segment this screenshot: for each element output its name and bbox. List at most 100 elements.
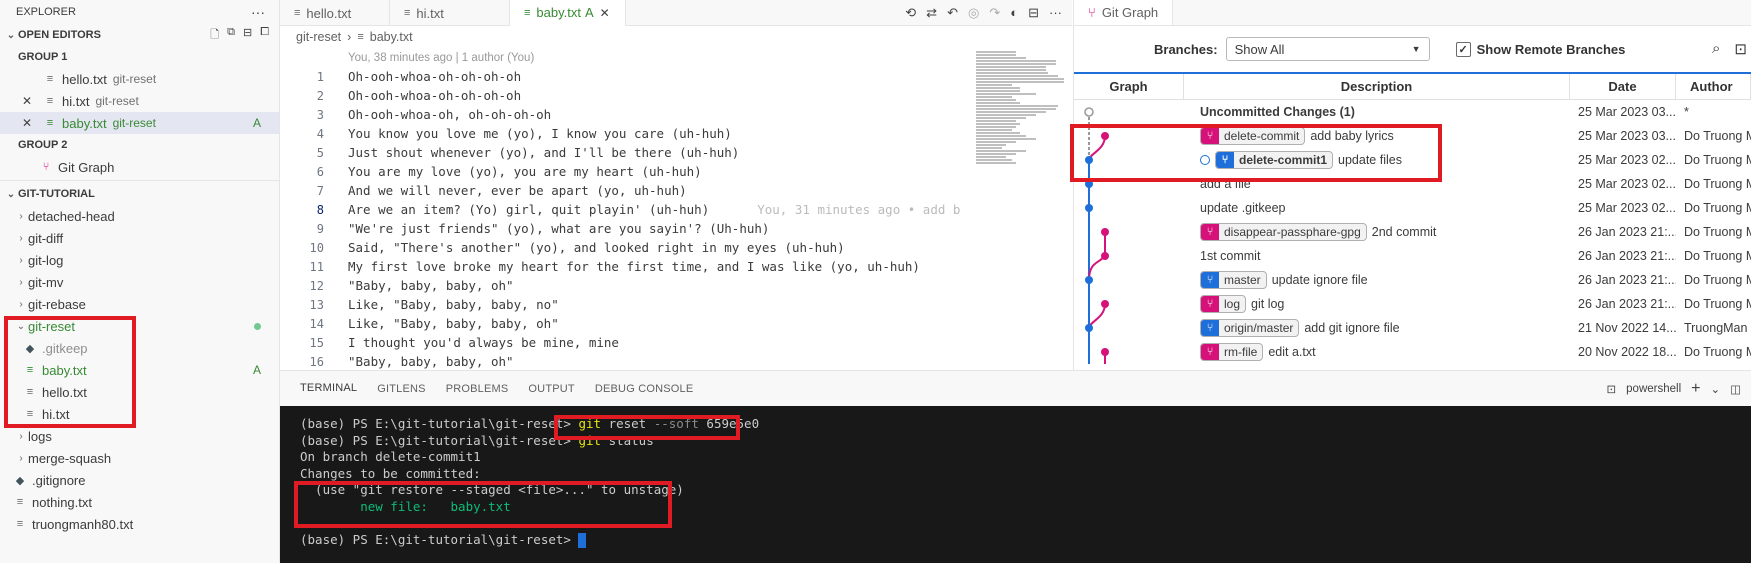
branches-select[interactable]: Show All ▼ bbox=[1225, 37, 1430, 61]
folder-name: git-diff bbox=[28, 230, 64, 246]
file-item[interactable]: ≡ hello.txt bbox=[0, 381, 279, 403]
open-editor-baby[interactable]: ✕ ≡ baby.txt git-reset A bbox=[0, 112, 279, 134]
next-change-icon[interactable]: ↷ bbox=[989, 5, 1000, 21]
history-icon[interactable]: ⟲ bbox=[905, 5, 916, 21]
tab-label: hello.txt bbox=[306, 5, 352, 21]
inline-blame-annotation[interactable]: You, 31 minutes ago • add b bbox=[757, 202, 960, 217]
tab-problems[interactable]: PROBLEMS bbox=[436, 371, 519, 407]
group-2-label: GROUP 2 bbox=[18, 139, 68, 151]
branch-label[interactable]: ⑂ delete-commit1 bbox=[1215, 151, 1334, 169]
tab-terminal[interactable]: TERMINAL bbox=[290, 371, 368, 407]
minimap-line bbox=[976, 84, 1012, 86]
open-editor-git-graph[interactable]: ⑂ Git Graph bbox=[0, 156, 279, 178]
file-item[interactable]: ≡ truongmanh80.txt bbox=[0, 513, 279, 535]
open-changes-icon[interactable]: ◎ bbox=[968, 5, 979, 21]
close-icon[interactable]: ✕ bbox=[22, 116, 42, 130]
code-line[interactable]: 4 You know you love me (yo), I know you c… bbox=[280, 124, 968, 143]
code-line[interactable]: 15 I thought you'd always be mine, mine bbox=[280, 333, 968, 352]
code-line[interactable]: 3 Oh-ooh-whoa-oh, oh-oh-oh-oh bbox=[280, 105, 968, 124]
folder-item[interactable]: › git-mv bbox=[0, 271, 279, 293]
code-line[interactable]: 11 My first love broke my heart for the f… bbox=[280, 257, 968, 276]
compare-changes-icon[interactable]: ⇄ bbox=[926, 5, 937, 21]
breadcrumb-folder[interactable]: git-reset bbox=[296, 30, 341, 44]
previous-change-icon[interactable]: ↶ bbox=[947, 5, 958, 21]
code-line[interactable]: 8 Are we an item? (Yo) girl, quit playin'… bbox=[280, 200, 968, 219]
file-item[interactable]: ◆ .gitignore bbox=[0, 469, 279, 491]
column-header-graph[interactable]: Graph bbox=[1074, 74, 1184, 99]
split-editor-icon[interactable]: ⊟ bbox=[1028, 5, 1039, 21]
file-item[interactable]: ≡ hi.txt bbox=[0, 403, 279, 425]
search-icon[interactable]: ⌕ bbox=[1712, 40, 1720, 58]
shell-name[interactable]: powershell bbox=[1626, 383, 1681, 395]
code-line[interactable]: 6 You are my love (yo), you are my heart … bbox=[280, 162, 968, 181]
open-editor-hi[interactable]: ✕ ≡ hi.txt git-reset bbox=[0, 90, 279, 112]
chevron-down-icon[interactable]: ⌄ bbox=[1710, 382, 1720, 396]
file-item[interactable]: ≡ nothing.txt bbox=[0, 491, 279, 513]
line-number: 8 bbox=[316, 202, 324, 217]
folder-item[interactable]: › detached-head bbox=[0, 205, 279, 227]
folder-item[interactable]: › git-rebase bbox=[0, 293, 279, 315]
graph-node bbox=[1101, 348, 1109, 356]
code-line[interactable]: 1 Oh-ooh-whoa-oh-oh-oh-oh bbox=[280, 67, 968, 86]
code-line[interactable]: 9 "We're just friends" (yo), what are you… bbox=[280, 219, 968, 238]
open-editors-section[interactable]: ⌄ OPEN EDITORS 🗋 ⧉ ⊟ ⧠ bbox=[0, 24, 279, 46]
column-header-date[interactable]: Date bbox=[1570, 74, 1676, 99]
code-line[interactable]: 12 "Baby, baby, baby, oh" bbox=[280, 276, 968, 295]
tab-git-graph[interactable]: ⑂ Git Graph bbox=[1074, 0, 1174, 25]
branch-icon: ⑂ bbox=[1216, 152, 1234, 168]
show-remote-branches-checkbox[interactable]: ✓ Show Remote Branches bbox=[1455, 41, 1625, 57]
code-line[interactable]: 13 Like, "Baby, baby, baby, no" bbox=[280, 295, 968, 314]
tab-hello[interactable]: ≡ hello.txt bbox=[280, 0, 390, 26]
branch-label[interactable]: ⑂ origin/master bbox=[1200, 319, 1300, 337]
terminal-icon[interactable]: ⊡ bbox=[1734, 40, 1747, 58]
file-name: .gitkeep bbox=[42, 340, 88, 356]
folder-name: logs bbox=[28, 428, 52, 444]
folder-item[interactable]: › git-diff bbox=[0, 227, 279, 249]
more-actions-icon[interactable]: ··· bbox=[251, 4, 265, 20]
new-terminal-icon[interactable]: + bbox=[1691, 380, 1700, 398]
code-line[interactable]: 10 Said, "There's another" (yo), and look… bbox=[280, 238, 968, 257]
column-header-description[interactable]: Description bbox=[1184, 74, 1570, 99]
new-untitled-file-icon[interactable]: 🗋 bbox=[210, 26, 219, 45]
workspace-section[interactable]: ⌄ GIT-TUTORIAL bbox=[0, 183, 279, 205]
tab-gitlens[interactable]: GITLENS bbox=[367, 371, 435, 407]
close-icon[interactable]: ✕ bbox=[600, 6, 610, 20]
code-line[interactable]: 7 And we will never, ever be apart (yo, u… bbox=[280, 181, 968, 200]
tab-output[interactable]: OUTPUT bbox=[518, 371, 584, 407]
blame-header[interactable]: You, 38 minutes ago | 1 author (You) bbox=[348, 52, 534, 64]
file-item[interactable]: ◆ .gitkeep bbox=[0, 337, 279, 359]
code-line[interactable]: 5 Just shout whenever (yo), and I'll be t… bbox=[280, 143, 968, 162]
branch-label[interactable]: ⑂ disappear-passphare-gpg bbox=[1200, 223, 1367, 241]
code-line[interactable]: 14 Like, "Baby, baby, baby, oh" bbox=[280, 314, 968, 333]
code-line[interactable]: 16 "Baby, baby, baby, oh" bbox=[280, 352, 968, 369]
split-panel-icon[interactable]: ◫ bbox=[1730, 382, 1741, 396]
folder-item[interactable]: › merge-squash bbox=[0, 447, 279, 469]
terminal[interactable]: (base) PS E:\git-tutorial\git-reset> git… bbox=[280, 406, 1751, 563]
added-badge: A bbox=[252, 116, 261, 130]
tab-hi[interactable]: ≡ hi.txt bbox=[390, 0, 510, 26]
close-icon[interactable]: ✕ bbox=[22, 94, 42, 108]
file-item[interactable]: ≡ baby.txt A bbox=[0, 359, 279, 381]
folder-item[interactable]: › logs bbox=[0, 425, 279, 447]
toggle-vertical-layout-icon[interactable]: ⧉ bbox=[227, 26, 235, 45]
close-all-editors-icon[interactable]: ⧠ bbox=[260, 26, 269, 45]
folder-item-git-reset[interactable]: ⌄ git-reset bbox=[0, 315, 279, 337]
column-header-author[interactable]: Author bbox=[1676, 74, 1751, 99]
folder-item[interactable]: › git-log bbox=[0, 249, 279, 271]
save-all-icon[interactable]: ⊟ bbox=[243, 26, 252, 45]
code-editor[interactable]: 1 Oh-ooh-whoa-oh-oh-oh-oh 2 Oh-ooh-whoa-oh-… bbox=[280, 67, 968, 369]
branch-label[interactable]: ⑂ log bbox=[1200, 295, 1247, 313]
branch-label[interactable]: ⑂ master bbox=[1200, 271, 1267, 289]
gitlens-icon[interactable]: ◐ bbox=[1010, 5, 1018, 20]
tab-debug-console[interactable]: DEBUG CONSOLE bbox=[585, 371, 704, 407]
branch-label[interactable]: ⑂ rm-file bbox=[1200, 343, 1264, 361]
open-editor-hello[interactable]: ≡ hello.txt git-reset bbox=[0, 68, 279, 90]
more-actions-icon[interactable]: ··· bbox=[1049, 5, 1062, 20]
minimap[interactable] bbox=[976, 50, 1064, 180]
description-cell: ⑂ disappear-passphare-gpg 2nd commit bbox=[1184, 223, 1570, 241]
branch-label[interactable]: ⑂ delete-commit bbox=[1200, 127, 1306, 145]
breadcrumb-file[interactable]: baby.txt bbox=[370, 30, 413, 44]
code-line[interactable]: 2 Oh-ooh-whoa-oh-oh-oh-oh bbox=[280, 86, 968, 105]
commit-message: update .gitkeep bbox=[1200, 201, 1286, 215]
tab-baby[interactable]: ≡ baby.txt A ✕ bbox=[510, 0, 626, 26]
